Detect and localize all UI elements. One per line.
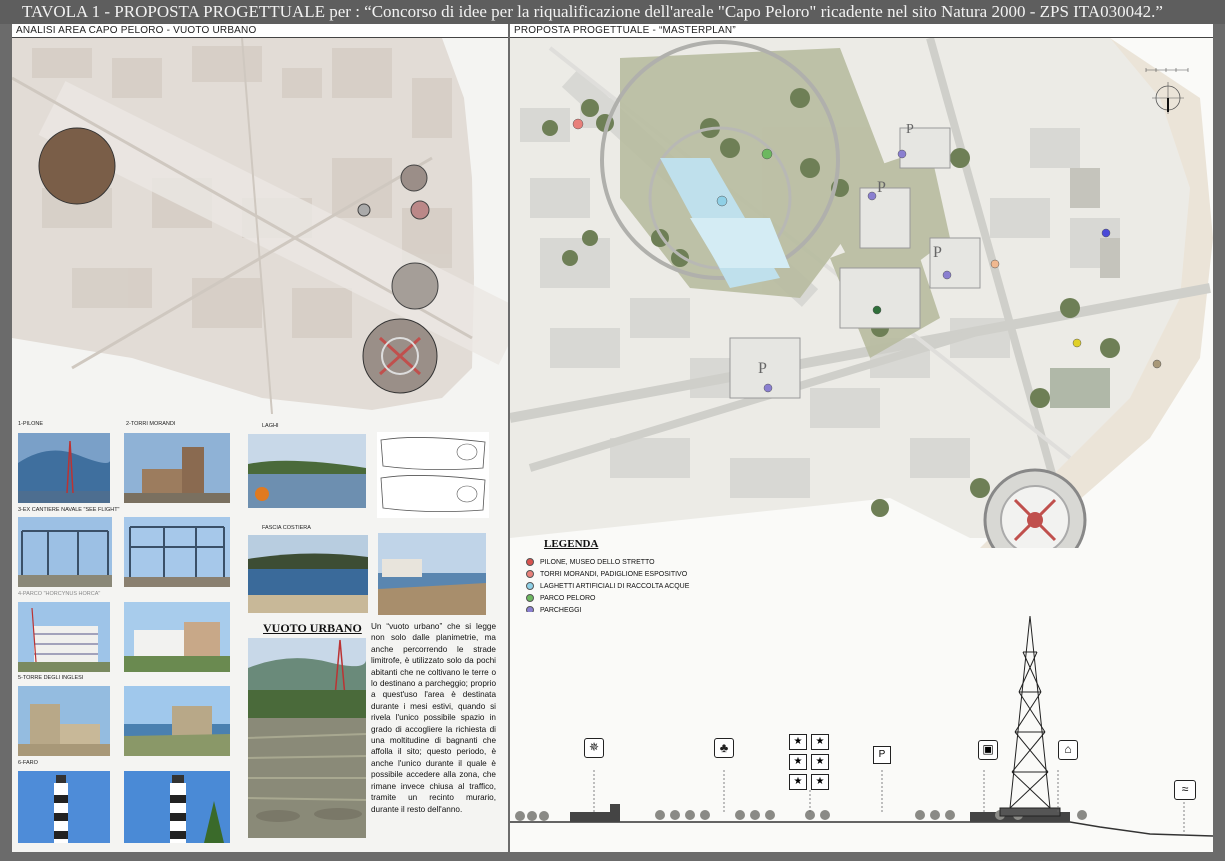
analysis-panel: ANALISI AREA CAPO PELORO - VUOTO URBANO [12,24,508,852]
caption-pilone: 1-PILONE [18,421,44,427]
map-marker-laghi [391,262,439,310]
caption-laghi: LAGHI [262,423,279,429]
photo-vuoto-urbano [248,638,366,838]
museum-icon: ▣ [978,740,998,760]
parking-label-3: P [933,244,942,261]
page-title: TAVOLA 1 - PROPOSTA PROGETTUALE per : “C… [0,0,1225,24]
legend-dot [526,570,534,578]
masterplan-heading: PROPOSTA PROGETTUALE - “MASTERPLAN” [510,24,1213,38]
photo-pilone [18,433,110,503]
legend-item: LAGHETTI ARTIFICIALI DI RACCOLTA ACQUE [526,580,766,592]
legend-item: TORRI MORANDI, PADIGLIONE ESPOSITIVO [526,568,766,580]
caption-cantiere: 3-EX CANTIERE NAVALE "SEE FLIGHT" [18,507,120,513]
vuoto-urbano-text: Un “vuoto urbano” che si legge non solo … [371,622,496,814]
photo-fascia [248,535,368,613]
photo-parco-2 [124,602,230,672]
legend-dot [526,558,534,566]
tree-icon: ♣ [714,738,734,758]
photo-faro-2 [124,771,230,843]
parking-label-4: P [758,360,767,377]
photo-parco-1 [18,602,110,672]
photo-laghi [248,434,366,508]
parking-label-1: P [877,179,886,196]
photo-torre-inglesi-1 [18,686,110,756]
analysis-heading: ANALISI AREA CAPO PELORO - VUOTO URBANO [12,24,508,38]
legend-label: PARCO PELORO [540,594,596,602]
site-section: ✵ ♣ ★ ★ ★ ★ ★ ★ P ▣ ⌂ ≈ [510,612,1213,852]
photo-cantiere-2 [124,517,230,587]
fountain-icon: ✵ [584,738,604,758]
legend-dot [526,594,534,602]
parking-icon: P [873,746,891,764]
caption-torri: 2-TORRI MORANDI [126,421,176,427]
photo-faro-1 [18,771,110,843]
caption-torre-inglesi: 5-TORRE DEGLI INGLESI [18,675,84,681]
swimming-icon: ≈ [1174,780,1196,800]
legend-item: PARCO PELORO [526,592,766,604]
masterplan-panel: PROPOSTA PROGETTUALE - “MASTERPLAN” P P … [510,24,1213,852]
masterplan-map [510,38,1213,548]
caption-faro: 6-FARO [18,760,38,766]
caption-fascia: FASCIA COSTIERA [262,525,311,531]
legend-label: TORRI MORANDI, PADIGLIONE ESPOSITIVO [540,570,688,578]
vuoto-urbano-title: VUOTO URBANO [263,621,362,635]
photo-cantiere-1 [18,517,112,587]
photo-torre-inglesi-2 [124,686,230,756]
legend-dot [526,582,534,590]
legend-item: PILONE, MUSEO DELLO STRETTO [526,556,766,568]
legend-label: LAGHETTI ARTIFICIALI DI RACCOLTA ACQUE [540,582,690,590]
aerial-map [12,38,508,414]
sports-icon: ★ ★ ★ ★ ★ ★ [789,734,831,790]
compass-icon [1142,64,1192,124]
legend-label: PILONE, MUSEO DELLO STRETTO [540,558,655,566]
monument-icon: ⌂ [1058,740,1078,760]
photo-torri [124,433,230,503]
photo-laghi-sketch [377,432,489,518]
map-marker-torri [400,164,428,192]
parking-label-2: P [906,122,914,137]
photo-fascia-2 [378,533,486,615]
legend-title: LEGENDA [544,538,599,550]
caption-parco: 4-PARCO "HORCYNUS HORCA" [18,591,101,597]
